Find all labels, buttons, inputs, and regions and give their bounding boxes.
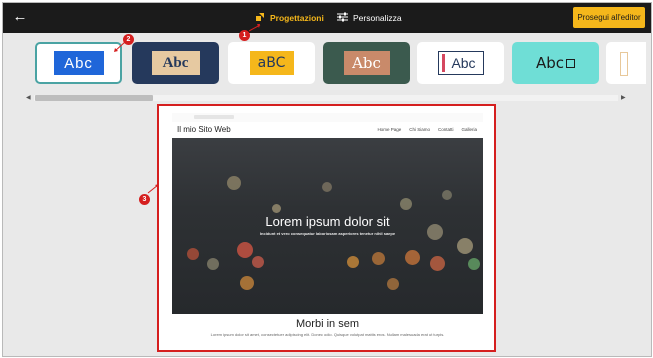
font-style-swatch: Abc	[151, 51, 200, 75]
tab-designs-label: Progettazioni	[270, 13, 324, 23]
font-style-sample: Abc	[535, 54, 565, 72]
bokeh-light	[372, 252, 385, 265]
sliders-icon	[337, 12, 348, 26]
scroll-left-arrow-icon[interactable]: ◀	[26, 94, 31, 102]
font-style-swatch: Abc	[437, 51, 484, 75]
font-style-sample: Abc	[451, 55, 476, 71]
font-style-swatch: aBC	[249, 51, 294, 75]
hero-subtitle: Incidunt et vero consequatur laboriosam …	[259, 231, 396, 236]
site-nav-item[interactable]: Home Page	[377, 127, 401, 132]
carousel-scrollbar[interactable]: ◀ ▶	[26, 94, 626, 102]
back-arrow-icon[interactable]: ←	[12, 9, 28, 25]
font-style-card-6[interactable]: Abc	[512, 42, 599, 84]
bokeh-light	[400, 198, 412, 210]
section-text: Lorem ipsum dolor sit amet, consectetuer…	[210, 332, 445, 337]
tab-designs[interactable]: Progettazioni	[255, 11, 324, 25]
top-toolbar: ← Progettazioni Personalizza Prosegui al…	[3, 3, 651, 33]
font-style-card-4[interactable]: Abc	[323, 42, 410, 84]
annotation-arrow-1	[248, 24, 261, 32]
font-style-swatch	[620, 52, 628, 76]
site-nav-item[interactable]: Contatti	[438, 127, 454, 132]
font-style-sample: aBC	[257, 55, 286, 71]
preview-url-bar	[194, 115, 234, 119]
bokeh-light	[252, 256, 264, 268]
font-style-swatch: Abc	[343, 51, 390, 75]
font-style-carousel: Abc Abc aBC Abc Abc Abc	[3, 37, 651, 91]
bokeh-light	[272, 204, 281, 213]
font-style-sample: Abc	[64, 54, 93, 72]
bokeh-light	[207, 258, 219, 270]
site-nav-item[interactable]: Galleria	[461, 127, 477, 132]
bokeh-light	[322, 182, 332, 192]
square-glyph	[566, 58, 576, 68]
bokeh-light	[405, 250, 420, 265]
font-style-card-2[interactable]: Abc	[132, 42, 219, 84]
bokeh-light	[457, 238, 473, 254]
bokeh-light	[430, 256, 445, 271]
site-navbar: Il mio Sito Web Home Page Chi Siamo Cont…	[172, 122, 483, 138]
scrollbar-thumb[interactable]	[35, 95, 153, 101]
font-style-card-1[interactable]: Abc	[35, 42, 122, 84]
continue-to-editor-button[interactable]: Prosegui all'editor	[573, 7, 645, 28]
font-style-card-7[interactable]	[606, 42, 646, 84]
font-style-card-5[interactable]: Abc	[417, 42, 504, 84]
accent-bar	[441, 54, 445, 72]
bokeh-light	[187, 248, 199, 260]
section-title: Morbi in sem	[296, 318, 359, 330]
app-window: ← Progettazioni Personalizza Prosegui al…	[2, 2, 652, 357]
preview-site: Il mio Sito Web Home Page Chi Siamo Cont…	[172, 122, 483, 350]
tab-customize[interactable]: Personalizza	[337, 11, 402, 25]
font-style-sample: Abc	[162, 54, 189, 71]
hero-title: Lorem ipsum dolor sit	[265, 214, 390, 229]
font-style-card-3[interactable]: aBC	[228, 42, 315, 84]
bokeh-light	[240, 276, 254, 290]
site-nav-menu: Home Page Chi Siamo Contatti Galleria	[377, 127, 477, 132]
bokeh-light	[347, 256, 359, 268]
scroll-right-arrow-icon[interactable]: ▶	[621, 94, 626, 102]
annotation-arrow-2	[114, 41, 126, 52]
bokeh-light	[387, 278, 399, 290]
font-style-sample: Abc	[352, 54, 381, 72]
website-preview[interactable]: Il mio Sito Web Home Page Chi Siamo Cont…	[157, 104, 496, 352]
bokeh-light	[442, 190, 452, 200]
site-nav-item[interactable]: Chi Siamo	[409, 127, 430, 132]
annotation-badge-3: 3	[139, 194, 150, 205]
hero-image: Lorem ipsum dolor sit Incidunt et vero c…	[172, 138, 483, 314]
font-style-swatch: Abc	[53, 51, 104, 75]
font-style-swatch: Abc	[531, 51, 581, 75]
tab-customize-label: Personalizza	[353, 13, 402, 23]
bokeh-light	[227, 176, 241, 190]
bokeh-light	[468, 258, 480, 270]
site-name: Il mio Sito Web	[177, 125, 231, 134]
bokeh-light	[237, 242, 253, 258]
